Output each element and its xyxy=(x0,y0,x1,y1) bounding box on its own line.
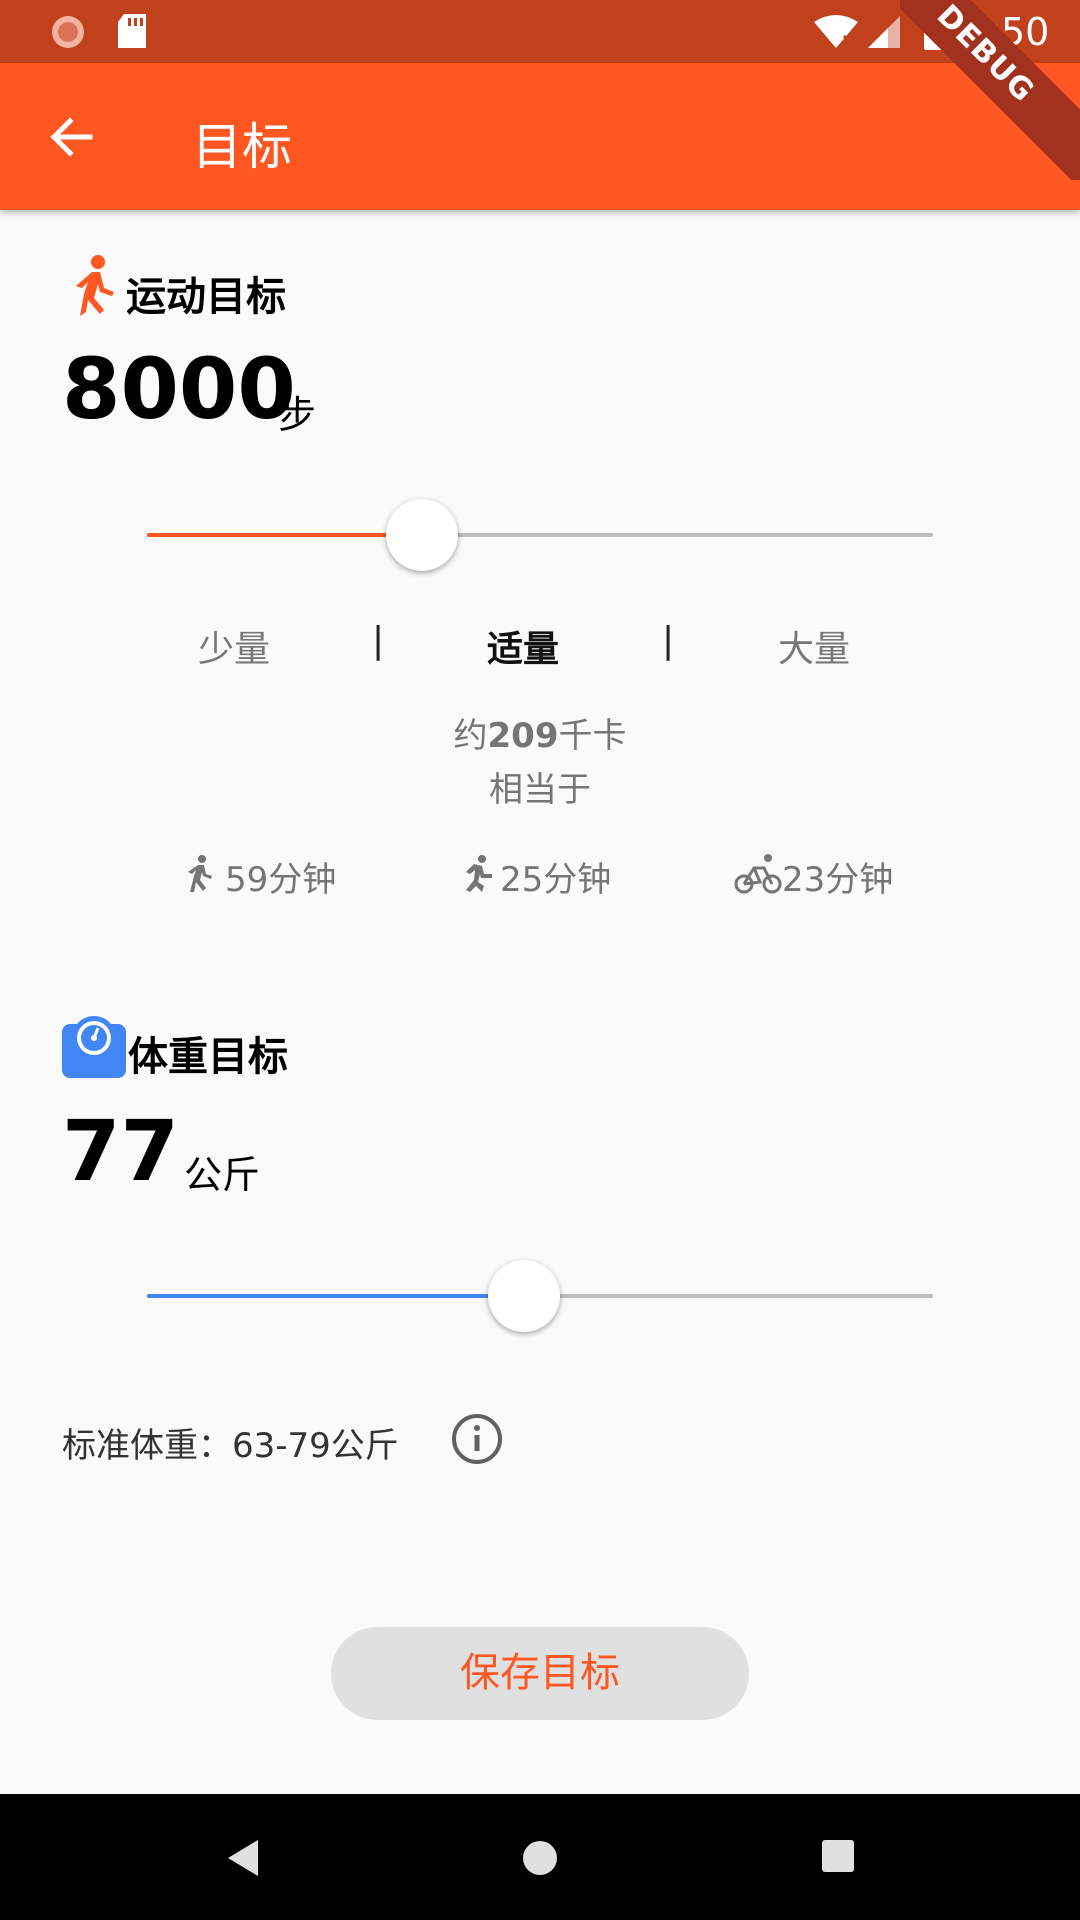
weight-value: 77 xyxy=(62,1102,179,1200)
signal-icon xyxy=(868,16,900,48)
calories-value: 209 xyxy=(487,716,559,756)
system-nav-bar xyxy=(0,1794,1080,1920)
level-high[interactable]: 大量 xyxy=(778,620,850,672)
run-duration: 25分钟 xyxy=(500,860,612,900)
app-notification-icon xyxy=(52,16,84,48)
run-icon xyxy=(466,855,492,892)
steps-slider-thumb[interactable] xyxy=(386,499,459,571)
page-title: 目标 xyxy=(192,118,292,176)
debug-banner: DEBUG xyxy=(900,0,1080,180)
level-low[interactable]: 少量 xyxy=(198,620,270,672)
weight-slider-thumb[interactable] xyxy=(488,1260,561,1332)
scale-icon xyxy=(62,1016,126,1078)
wifi-icon xyxy=(814,15,858,48)
level-medium[interactable]: 适量 xyxy=(487,620,559,672)
level-separator-1: | xyxy=(372,620,385,661)
walking-person-icon xyxy=(76,255,114,316)
steps-slider-active-track xyxy=(147,533,423,537)
nav-home-icon[interactable] xyxy=(520,1838,560,1878)
exercise-section-title: 运动目标 xyxy=(126,274,286,320)
arrow-back-icon[interactable] xyxy=(48,113,96,161)
nav-back-icon[interactable] xyxy=(224,1838,260,1878)
bike-duration: 23分钟 xyxy=(782,860,894,900)
weight-unit: 公斤 xyxy=(184,1153,261,1197)
calories-suffix: 千卡 xyxy=(558,716,627,756)
walk-duration: 59分钟 xyxy=(225,860,337,900)
calories-text: 约209千卡 xyxy=(0,708,1080,757)
bike-icon xyxy=(734,854,782,894)
info-icon[interactable] xyxy=(451,1413,503,1465)
standard-weight-text: 标准体重：63-79公斤 xyxy=(62,1426,399,1466)
weight-section-title: 体重目标 xyxy=(128,1034,288,1080)
equivalent-label: 相当于 xyxy=(489,770,591,810)
sd-card-icon xyxy=(118,14,146,48)
nav-recents-icon[interactable] xyxy=(820,1838,856,1874)
steps-value: 8000 xyxy=(62,340,296,438)
calories-prefix: 约 xyxy=(453,716,488,756)
steps-unit: 步 xyxy=(278,393,317,437)
level-separator-2: | xyxy=(662,620,675,661)
weight-slider-active-track xyxy=(147,1294,525,1298)
save-goal-button[interactable]: 保存目标 xyxy=(331,1627,749,1720)
walk-icon xyxy=(188,855,212,892)
